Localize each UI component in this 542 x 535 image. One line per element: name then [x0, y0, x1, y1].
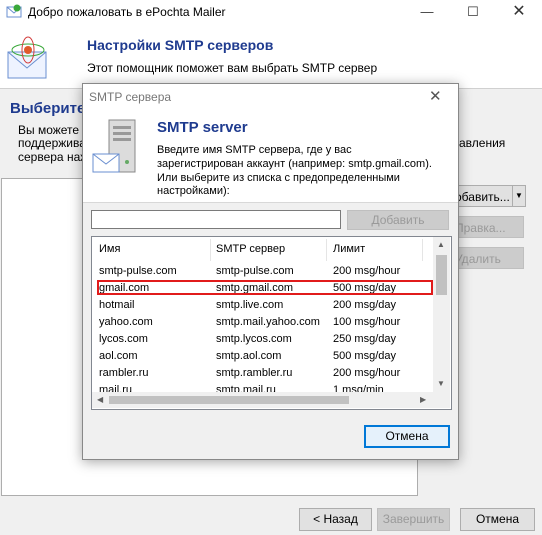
column-header-name[interactable]: Имя [99, 243, 120, 255]
server-mail-icon [92, 119, 136, 173]
cell-name: rambler.ru [99, 367, 149, 379]
cell-limit: 100 msg/hour [333, 316, 401, 328]
dialog-description-line: Или выберите из списка с предопределенны… [157, 172, 400, 184]
add-dropdown-arrow-icon[interactable]: ▼ [512, 185, 526, 207]
scroll-down-arrow-icon[interactable]: ▼ [437, 379, 445, 388]
dialog-header [83, 110, 458, 203]
vertical-scrollbar-thumb[interactable] [436, 255, 447, 295]
cell-name: lycos.com [99, 333, 148, 345]
cell-server: smtp-pulse.com [216, 265, 294, 277]
scroll-left-arrow-icon[interactable]: ◀ [97, 395, 103, 404]
cell-server: smtp.lycos.com [216, 333, 292, 345]
smtp-server-input[interactable] [91, 210, 341, 229]
highlighted-row-outline [97, 280, 433, 295]
wizard-header [0, 24, 542, 88]
page-heading: Выберите [10, 100, 86, 117]
column-header-server[interactable]: SMTP сервер [216, 243, 285, 255]
minimize-button[interactable]: — [404, 0, 450, 24]
main-titlebar: Добро пожаловать в ePochta Mailer — ☐ ✕ [0, 0, 542, 24]
scroll-up-arrow-icon[interactable]: ▲ [437, 240, 445, 249]
table-row[interactable]: aol.com smtp.aol.com 500 msg/day [92, 348, 433, 365]
dialog-description-line: настройками): [157, 185, 230, 197]
column-divider[interactable] [210, 239, 211, 261]
finish-button[interactable]: Завершить [377, 508, 450, 531]
page-description-line: Вы можете н [18, 123, 90, 137]
app-icon [6, 4, 22, 18]
table-row[interactable]: lycos.com smtp.lycos.com 250 msg/day [92, 331, 433, 348]
smtp-dialog: SMTP сервера ✕ SMTP server Введите имя S… [82, 83, 459, 460]
table-row[interactable]: smtp-pulse.com smtp-pulse.com 200 msg/hour [92, 263, 433, 280]
back-button[interactable]: < Назад [299, 508, 372, 531]
cancel-wizard-button[interactable]: Отмена [460, 508, 535, 531]
table-row[interactable]: hotmail smtp.live.com 200 msg/day [92, 297, 433, 314]
cell-name: smtp-pulse.com [99, 265, 177, 277]
cell-limit: 250 msg/day [333, 333, 396, 345]
column-divider[interactable] [422, 239, 423, 261]
wizard-title: Настройки SMTP серверов [87, 37, 274, 53]
column-divider[interactable] [326, 239, 327, 261]
maximize-button[interactable]: ☐ [450, 0, 496, 24]
table-row[interactable]: yahoo.com smtp.mail.yahoo.com 100 msg/hour [92, 314, 433, 331]
dialog-add-button[interactable]: Добавить [347, 210, 449, 230]
dialog-heading: SMTP server [157, 119, 248, 136]
cell-name: aol.com [99, 350, 138, 362]
cell-limit: 200 msg/day [333, 299, 396, 311]
cell-limit: 500 msg/day [333, 350, 396, 362]
column-header-limit[interactable]: Лимит [333, 243, 365, 255]
dialog-titlebar: SMTP сервера ✕ [83, 84, 458, 110]
dialog-close-icon[interactable]: ✕ [429, 87, 442, 105]
cell-server: smtp.mail.yahoo.com [216, 316, 320, 328]
dialog-description-line: зарегистрирован аккаунт (например: smtp.… [157, 158, 432, 170]
page-description-line: сервера наж [18, 150, 89, 164]
wizard-subtitle: Этот помощник поможет вам выбрать SMTP с… [87, 61, 378, 75]
page-description-fragment: авления [459, 136, 506, 150]
horizontal-scrollbar-thumb[interactable] [109, 396, 349, 404]
email-atom-icon [7, 36, 47, 79]
cell-name: hotmail [99, 299, 135, 311]
cell-server: smtp.live.com [216, 299, 284, 311]
window-title: Добро пожаловать в ePochta Mailer [28, 5, 226, 19]
cell-server: smtp.rambler.ru [216, 367, 293, 379]
cell-limit: 200 msg/hour [333, 367, 401, 379]
table-row[interactable]: rambler.ru smtp.rambler.ru 200 msg/hour [92, 365, 433, 382]
scroll-right-arrow-icon[interactable]: ▶ [420, 395, 426, 404]
server-presets-list[interactable]: Имя SMTP сервер Лимит smtp-pulse.com smtp… [91, 236, 452, 410]
dialog-title: SMTP сервера [89, 90, 172, 104]
dialog-cancel-button[interactable]: Отмена [364, 425, 450, 448]
cell-limit: 200 msg/hour [333, 265, 401, 277]
cell-server: smtp.aol.com [216, 350, 282, 362]
cell-name: yahoo.com [99, 316, 153, 328]
dialog-description-line: Введите имя SMTP сервера, где у вас [157, 144, 352, 156]
close-button[interactable]: ✕ [496, 0, 542, 24]
